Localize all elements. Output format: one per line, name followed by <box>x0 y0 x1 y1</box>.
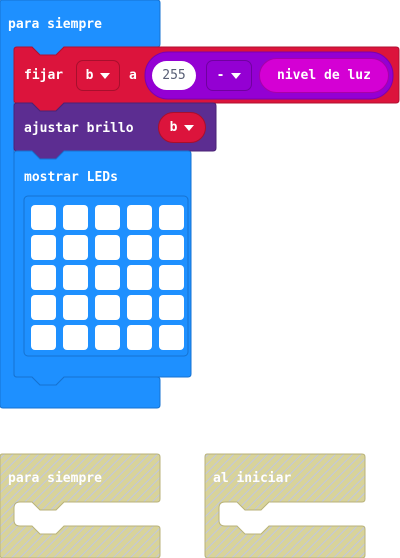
led-cell[interactable] <box>127 325 152 350</box>
set-to-label: a <box>129 68 137 83</box>
led-cell[interactable] <box>31 205 56 230</box>
led-cell[interactable] <box>31 325 56 350</box>
operator-value: - <box>216 68 225 83</box>
led-cell[interactable] <box>159 205 184 230</box>
led-cell[interactable] <box>95 295 120 320</box>
led-cell[interactable] <box>31 235 56 260</box>
led-cell[interactable] <box>63 205 88 230</box>
led-cell[interactable] <box>127 205 152 230</box>
ghost-forever-shape <box>0 453 161 558</box>
ghost-on-start-shape <box>204 453 366 558</box>
led-cell[interactable] <box>159 325 184 350</box>
ghost-on-start-label: al iniciar <box>213 471 292 486</box>
brightness-variable-value: b <box>169 120 178 135</box>
set-variable-dropdown[interactable]: b <box>76 60 120 91</box>
chevron-down-icon <box>184 124 195 131</box>
chevron-down-icon <box>231 72 242 79</box>
set-label: fijar <box>24 68 64 83</box>
forever-label: para siempre <box>8 17 102 32</box>
led-cell[interactable] <box>159 265 184 290</box>
chevron-down-icon <box>100 72 111 79</box>
led-cell[interactable] <box>159 295 184 320</box>
led-cell[interactable] <box>31 295 56 320</box>
led-cell[interactable] <box>63 265 88 290</box>
number-input[interactable]: 255 <box>152 61 196 90</box>
number-value: 255 <box>162 68 186 83</box>
led-cell[interactable] <box>95 235 120 260</box>
led-cell[interactable] <box>127 295 152 320</box>
light-level-label: nivel de luz <box>277 68 371 83</box>
ghost-forever-label: para siempre <box>8 471 102 486</box>
led-cell[interactable] <box>95 205 120 230</box>
led-cell[interactable] <box>63 295 88 320</box>
led-cell[interactable] <box>95 265 120 290</box>
led-cell[interactable] <box>159 235 184 260</box>
led-cell[interactable] <box>127 235 152 260</box>
light-level-reporter[interactable]: nivel de luz <box>259 58 389 93</box>
brightness-variable-reporter[interactable]: b <box>158 112 206 143</box>
led-cell[interactable] <box>31 265 56 290</box>
led-cell[interactable] <box>95 325 120 350</box>
brightness-label: ajustar brillo <box>24 121 134 136</box>
show-leds-label: mostrar LEDs <box>24 170 118 185</box>
led-cell[interactable] <box>63 325 88 350</box>
set-variable-value: b <box>85 68 94 83</box>
led-cell[interactable] <box>63 235 88 260</box>
led-cell[interactable] <box>127 265 152 290</box>
operator-dropdown[interactable]: - <box>206 60 252 91</box>
